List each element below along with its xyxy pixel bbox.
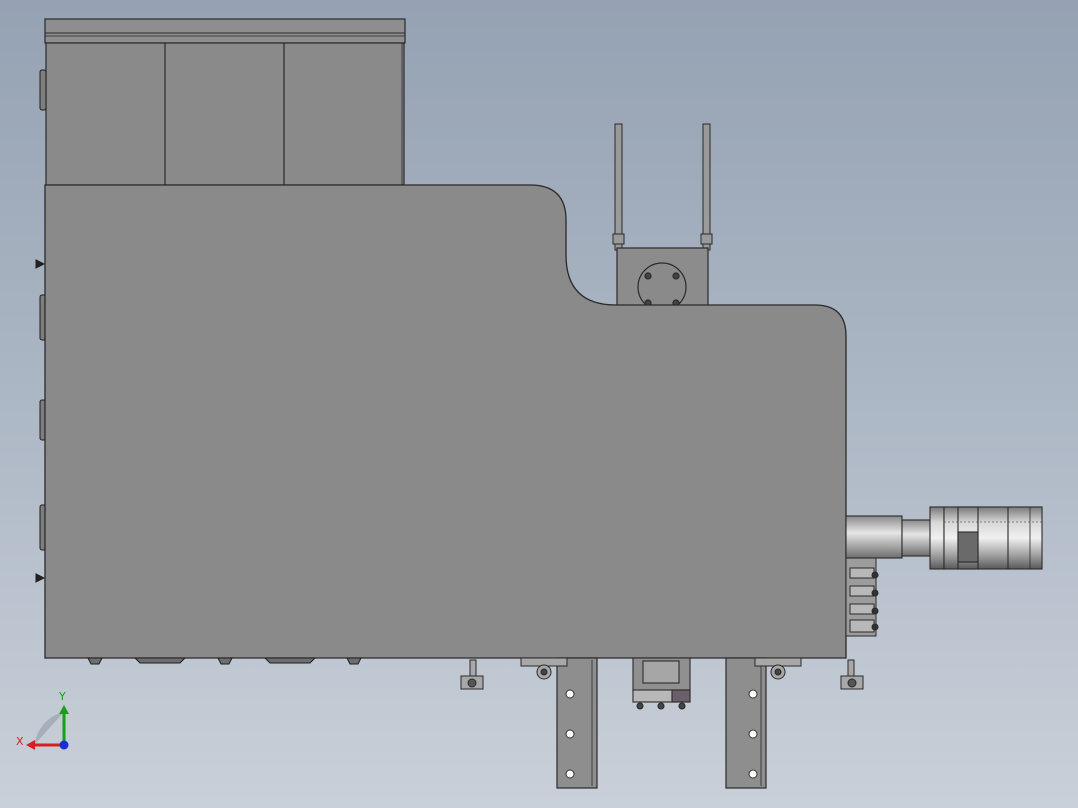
- bearing-plate[interactable]: [616, 247, 709, 312]
- bolt-icon: [672, 272, 680, 280]
- coupling: [901, 519, 935, 557]
- bolt-icon: [644, 272, 652, 280]
- y-axis-arrow: [59, 705, 69, 714]
- coordinate-triad: X Y: [16, 690, 69, 750]
- x-axis-arrow: [26, 740, 35, 750]
- lifting-bars[interactable]: [612, 123, 713, 251]
- cad-viewport[interactable]: X Y: [0, 0, 1078, 808]
- right-leg: [725, 657, 767, 789]
- main-body[interactable]: [44, 184, 847, 659]
- z-axis-arc: [34, 712, 64, 745]
- top-hopper[interactable]: [44, 18, 406, 186]
- left-leg: [556, 657, 598, 789]
- valve-stack[interactable]: [845, 555, 879, 637]
- drain-housing[interactable]: [632, 657, 691, 710]
- bottom-feet: [87, 657, 362, 665]
- y-axis-label: Y: [58, 690, 66, 703]
- machine-model[interactable]: X Y: [0, 0, 1078, 808]
- x-axis-label: X: [16, 735, 24, 748]
- z-axis-dot: [59, 740, 69, 750]
- shaft-housing: [845, 515, 903, 559]
